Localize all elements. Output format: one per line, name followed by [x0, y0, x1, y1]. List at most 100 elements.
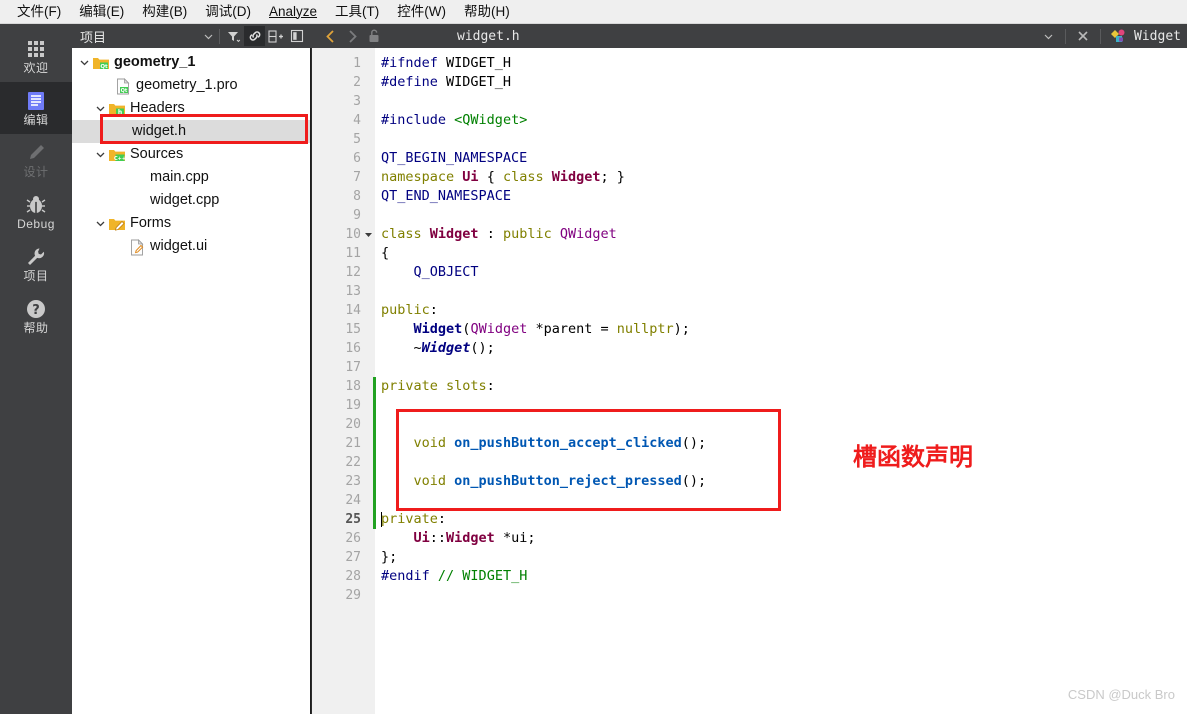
- chevron-left-icon[interactable]: [319, 25, 341, 47]
- activity-item-design-label: 设计: [23, 166, 48, 179]
- menu-item-analyze[interactable]: Analyze: [260, 1, 326, 23]
- line-number: 20: [311, 415, 361, 434]
- code-line: 24: [375, 491, 1187, 510]
- filter-icon[interactable]: [223, 26, 244, 46]
- collapse-panel-icon[interactable]: [286, 26, 307, 46]
- code-line: 17: [375, 358, 1187, 377]
- activity-item-edit[interactable]: 编辑: [0, 82, 72, 134]
- menu-item-help[interactable]: 帮助(H): [455, 1, 519, 23]
- project-panel-toolbar: 项目: [72, 24, 311, 48]
- activity-item-projects-label: 项目: [23, 270, 48, 283]
- tree-item-forms-label: Forms: [130, 212, 171, 235]
- tree-item-sources[interactable]: C++ Sources: [72, 143, 310, 166]
- project-tree-panel: Qt geometry_1 Qt geometry_1.pro: [72, 48, 311, 714]
- tree-item-sources-label: Sources: [130, 143, 183, 166]
- line-number: 29: [311, 586, 361, 605]
- menu-item-widgets[interactable]: 控件(W): [388, 1, 455, 23]
- line-number: 22: [311, 453, 361, 472]
- tree-item-geometry_1-pro[interactable]: Qt geometry_1.pro: [72, 74, 310, 97]
- activity-item-debug[interactable]: Debug: [0, 186, 72, 238]
- line-number: 7: [311, 168, 361, 187]
- ui-folder-icon: [108, 215, 126, 233]
- tree-item-geometry_1-label: geometry_1: [114, 51, 195, 74]
- line-number: 9: [311, 206, 361, 225]
- tree-item-widget-h[interactable]: widget.h: [72, 120, 310, 143]
- line-number: 2: [311, 73, 361, 92]
- activity-item-help[interactable]: ? 帮助: [0, 290, 72, 342]
- editor-symbol-label[interactable]: Widget: [1134, 29, 1181, 44]
- line-number: 18: [311, 377, 361, 396]
- toolbar-divider: [1065, 29, 1066, 44]
- code-line: 3: [375, 92, 1187, 111]
- close-icon[interactable]: [1072, 25, 1094, 47]
- menu-item-tools[interactable]: 工具(T): [326, 1, 388, 23]
- line-number: 13: [311, 282, 361, 301]
- code-line: 25private:: [375, 510, 1187, 529]
- code-line: 9: [375, 206, 1187, 225]
- chevron-down-icon[interactable]: [76, 51, 92, 74]
- chevron-down-icon[interactable]: [92, 97, 108, 120]
- menu-item-widgets-label: 控件(W): [397, 4, 446, 19]
- code-line: 20: [375, 415, 1187, 434]
- line-number: 27: [311, 548, 361, 567]
- svg-text:C++: C++: [114, 156, 126, 162]
- line-number: 3: [311, 92, 361, 111]
- activity-item-help-label: 帮助: [23, 322, 48, 335]
- tree-item-headers[interactable]: h Headers: [72, 97, 310, 120]
- menu-item-edit[interactable]: 编辑(E): [70, 1, 133, 23]
- editor-toolbar: widget.h Widget: [311, 24, 1187, 48]
- chevron-down-icon[interactable]: [200, 24, 216, 48]
- line-number: 28: [311, 567, 361, 586]
- tree-item-geometry_1[interactable]: Qt geometry_1: [72, 51, 310, 74]
- code-line: 1#ifndef WIDGET_H: [375, 54, 1187, 73]
- h-folder-icon: h: [108, 100, 126, 118]
- editor-tab-filename[interactable]: widget.h: [385, 29, 1037, 44]
- menu-item-debug[interactable]: 调试(D): [196, 1, 260, 23]
- toolbar-divider: [1100, 29, 1101, 44]
- code-line: 15 Widget(QWidget *parent = nullptr);: [375, 320, 1187, 339]
- menu-item-build[interactable]: 构建(B): [133, 1, 196, 23]
- qt-creator-window: 文件(F) 编辑(E) 构建(B) 调试(D) Analyze 工具(T) 控件…: [0, 0, 1187, 714]
- activity-item-design[interactable]: 设计: [0, 134, 72, 186]
- tree-item-widget-h-label: widget.h: [132, 120, 186, 143]
- code-line: 27};: [375, 548, 1187, 567]
- code-line: 18private slots:: [375, 377, 1187, 396]
- code-editor[interactable]: 1#ifndef WIDGET_H 2#define WIDGET_H 3 4#…: [311, 48, 1187, 714]
- chevron-right-icon[interactable]: [341, 25, 363, 47]
- code-line: 11{: [375, 244, 1187, 263]
- chevron-down-icon[interactable]: [92, 143, 108, 166]
- activity-item-projects[interactable]: 项目: [0, 238, 72, 290]
- line-number: 19: [311, 396, 361, 415]
- tree-item-widget-cpp[interactable]: widget.cpp: [72, 189, 310, 212]
- editor-toolbar-right: Widget: [1037, 25, 1187, 47]
- question-circle-icon: ?: [25, 298, 47, 320]
- line-number: 10: [311, 225, 361, 244]
- tree-item-forms[interactable]: Forms: [72, 212, 310, 235]
- code-line: 13: [375, 282, 1187, 301]
- link-icon[interactable]: [244, 26, 265, 46]
- svg-text:?: ?: [32, 303, 40, 318]
- line-number: 21: [311, 434, 361, 453]
- code-line: 2#define WIDGET_H: [375, 73, 1187, 92]
- activity-item-welcome-label: 欢迎: [23, 62, 48, 75]
- line-number-current: 25: [311, 510, 361, 529]
- tree-item-main-cpp-label: main.cpp: [150, 166, 209, 189]
- annotation-label-slot-declaration: 槽函数声明: [853, 437, 973, 472]
- toolbar-divider: [219, 29, 220, 44]
- svg-text:h: h: [118, 109, 122, 116]
- split-add-icon[interactable]: [265, 26, 286, 46]
- line-number: 1: [311, 54, 361, 73]
- grid-icon: [25, 38, 47, 60]
- activity-item-welcome[interactable]: 欢迎: [0, 30, 72, 82]
- tree-item-main-cpp[interactable]: main.cpp: [72, 166, 310, 189]
- menu-item-file-label: 文件(F): [17, 4, 61, 19]
- document-lines-icon: [25, 90, 47, 112]
- chevron-down-icon[interactable]: [1037, 25, 1059, 47]
- unlock-icon[interactable]: [363, 25, 385, 47]
- code-line: 23 void on_pushButton_reject_pressed();: [375, 472, 1187, 491]
- tree-item-widget-ui[interactable]: widget.ui: [72, 235, 310, 258]
- chevron-down-icon[interactable]: [92, 212, 108, 235]
- menu-item-file[interactable]: 文件(F): [8, 1, 70, 23]
- tree-item-widget-cpp-label: widget.cpp: [150, 189, 219, 212]
- fold-marker-icon[interactable]: [363, 225, 373, 244]
